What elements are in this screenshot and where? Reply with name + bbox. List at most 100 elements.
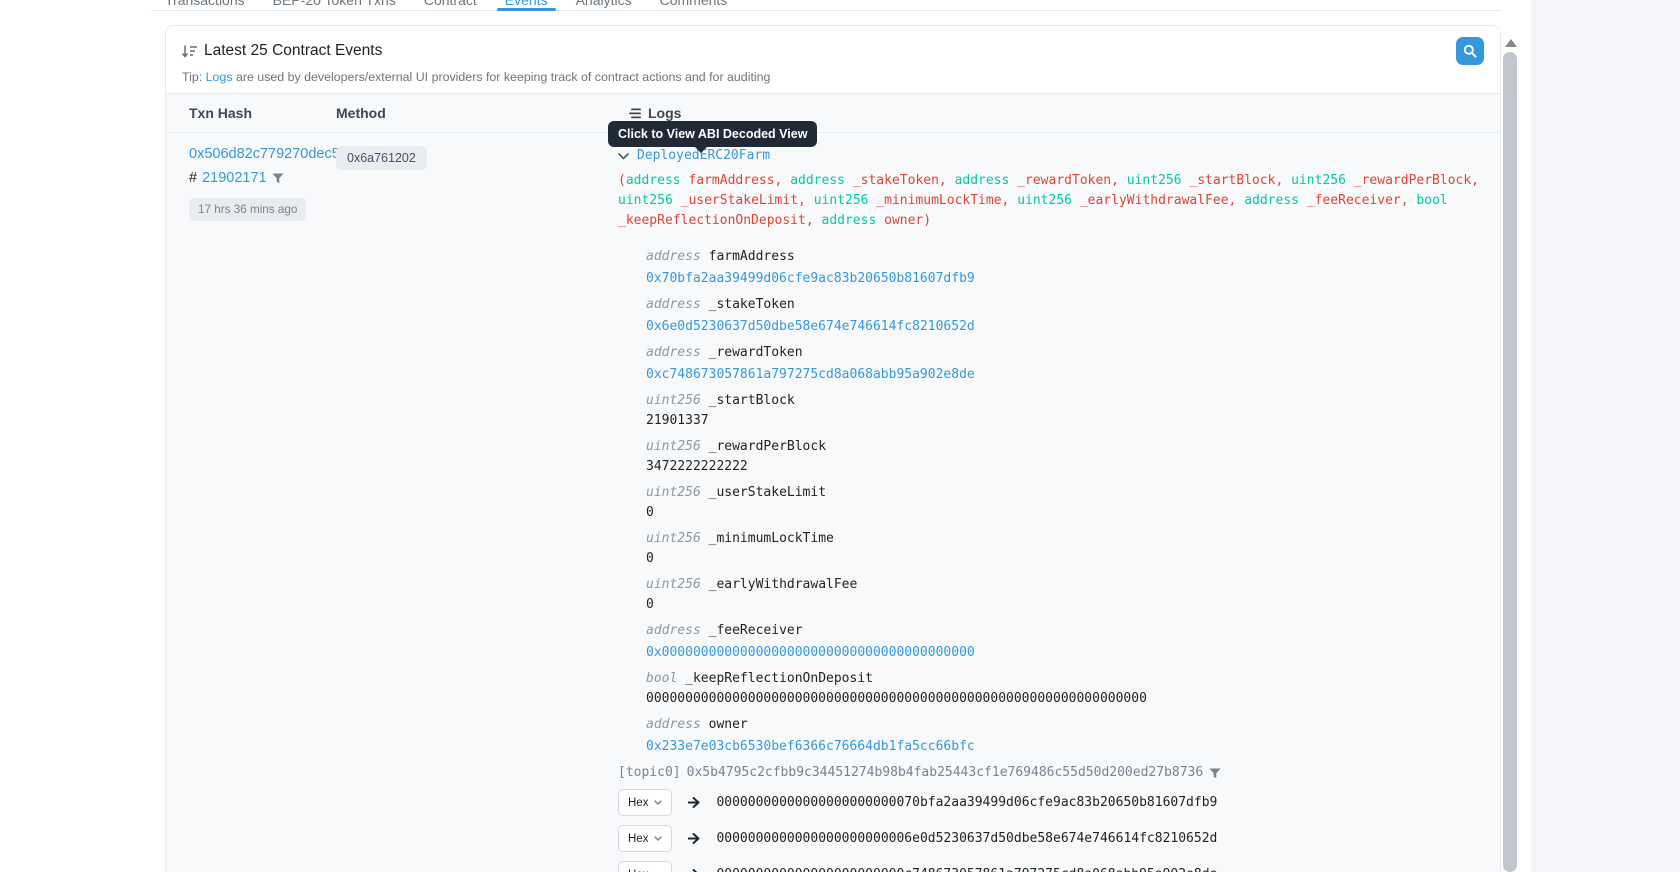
event-param-minimumlocktime: uint256 _minimumLockTime0 (646, 529, 1500, 569)
param-type: address (646, 623, 701, 638)
tab-bep-20-token-txns[interactable]: BEP-20 Token Txns (259, 0, 410, 11)
signature-line: uint256 _userStakeLimit, uint256 _minimu… (618, 191, 1500, 211)
scrollbar-thumb[interactable] (1503, 52, 1517, 872)
tab-analytics[interactable]: Analytics (562, 0, 646, 11)
event-param-owner: address owner0x233e7e03cb6530bef6366c766… (646, 715, 1500, 757)
param-label: address _rewardToken (646, 343, 1500, 363)
caret-down-icon (654, 836, 662, 841)
param-name: _startBlock (701, 393, 795, 408)
event-param-rewardtoken: address _rewardToken0xc748673057861a7972… (646, 343, 1500, 385)
param-value-owner[interactable]: 0x233e7e03cb6530bef6366c76664db1fa5cc66b… (646, 737, 975, 757)
param-value-feereceiver[interactable]: 0x00000000000000000000000000000000000000… (646, 643, 975, 663)
param-label: address owner (646, 715, 1500, 735)
event-param-keepreflectionondeposit: bool _keepReflectionOnDeposit00000000000… (646, 669, 1500, 709)
tooltip: Click to View ABI Decoded View (608, 121, 817, 147)
type-token: uint256 (1291, 173, 1346, 188)
events-card: Latest 25 Contract Events Tip: Logs are … (165, 25, 1501, 872)
event-param-earlywithdrawalfee: uint256 _earlyWithdrawalFee0 (646, 575, 1500, 615)
search-button[interactable] (1456, 37, 1484, 65)
type-token: address (790, 173, 845, 188)
type-token: uint256 (814, 193, 869, 208)
topic0-hash: 0x5b4795c2cfbb9c34451274b98b4fab25443cf1… (687, 763, 1204, 783)
filter-icon[interactable] (272, 173, 284, 184)
chevron-down-icon[interactable] (618, 153, 629, 160)
logs-link[interactable]: Logs (206, 70, 233, 84)
param-label: uint256 _rewardPerBlock (646, 437, 1500, 457)
param-name: farmAddress (701, 249, 795, 264)
hex-format-label: Hex (628, 833, 648, 845)
tooltip-arrow (694, 146, 708, 153)
param-type: address (646, 717, 701, 732)
param-type: bool (646, 671, 677, 686)
event-param-startblock: uint256 _startBlock21901337 (646, 391, 1500, 431)
logs-cell: DeployedERC20Farm (address farmAddress, … (618, 142, 1500, 872)
hex-format-dropdown[interactable]: Hex (618, 861, 672, 872)
event-param-staketoken: address _stakeToken 0x6e0d5230637d50dbe58… (646, 295, 1500, 337)
param-type: uint256 (646, 577, 701, 592)
topic0-label: [topic0] (618, 763, 681, 783)
tab-events[interactable]: Events (491, 0, 562, 11)
type-token: address (626, 173, 681, 188)
type-token: uint256 (618, 193, 673, 208)
param-value-rewardtoken[interactable]: 0xc748673057861a797275cd8a068abb95a902e8… (646, 365, 975, 385)
event-param-feereceiver: address _feeReceiver0x000000000000000000… (646, 621, 1500, 663)
name-token: _stakeToken, (845, 173, 955, 188)
arrow-right-icon (672, 833, 716, 844)
param-type: uint256 (646, 393, 701, 408)
param-label: uint256 _earlyWithdrawalFee (646, 575, 1500, 595)
hex-format-label: Hex (628, 797, 648, 809)
param-type: uint256 (646, 531, 701, 546)
search-icon (1463, 44, 1477, 58)
filter-icon[interactable] (1209, 768, 1221, 779)
param-name: _stakeToken (701, 297, 795, 312)
param-value-farmaddress[interactable]: 0x70bfa2aa39499d06cfe9ac83b20650b81607df… (646, 269, 975, 289)
data-row: Hex 000000000000000000000000c748673057861… (618, 861, 1500, 872)
param-label: address farmAddress (646, 247, 1500, 267)
data-rows: Hex 00000000000000000000000070bfa2aa39499… (618, 789, 1500, 872)
tip-text: Tip: Logs are used by developers/externa… (182, 70, 1484, 84)
column-header-method: Method (336, 105, 618, 121)
data-hex-value: 0000000000000000000000006e0d5230637d50db… (716, 831, 1217, 846)
param-type: address (646, 297, 701, 312)
scrollbar[interactable] (1502, 0, 1531, 872)
type-token: uint256 (1127, 173, 1182, 188)
data-hex-value: 00000000000000000000000070bfa2aa39499d06… (716, 795, 1217, 810)
name-token: farmAddress, (681, 173, 791, 188)
table-row: 0x506d82c779270dec58... # 21902171 17 hr… (166, 133, 1500, 872)
list-icon (629, 108, 642, 119)
param-value-staketoken[interactable]: 0x6e0d5230637d50dbe58e674e746614fc821065… (646, 317, 975, 337)
hex-format-label: Hex (628, 869, 648, 872)
param-name: _feeReceiver (701, 623, 803, 638)
name-token: _rewardPerBlock, (1346, 173, 1479, 188)
txn-hash-link[interactable]: 0x506d82c779270dec58... (189, 144, 336, 164)
param-name: _minimumLockTime (701, 531, 834, 546)
hex-format-dropdown[interactable]: Hex (618, 789, 672, 816)
tab-comments[interactable]: Comments (646, 0, 742, 11)
param-value-userstakelimit: 0 (646, 503, 1500, 523)
name-token: owner) (876, 213, 931, 228)
tab-transactions[interactable]: Transactions (151, 0, 259, 11)
type-token: address (1244, 193, 1299, 208)
name-token: _feeReceiver, (1299, 193, 1416, 208)
block-number-link[interactable]: 21902171 (202, 170, 267, 186)
event-param-farmaddress: address farmAddress0x70bfa2aa39499d06cfe… (646, 247, 1500, 289)
topic0-line: [topic0] 0x5b4795c2cfbb9c34451274b98b4fa… (618, 763, 1500, 783)
param-label: address _feeReceiver (646, 621, 1500, 641)
param-type: uint256 (646, 439, 701, 454)
data-hex-value: 000000000000000000000000c748673057861a79… (716, 867, 1217, 872)
scroll-up-icon[interactable] (1505, 39, 1517, 47)
param-type: address (646, 249, 701, 264)
name-token: _keepReflectionOnDeposit, (618, 213, 822, 228)
hex-format-dropdown[interactable]: Hex (618, 825, 672, 852)
tab-contract[interactable]: Contract (410, 0, 491, 11)
data-row: Hex 00000000000000000000000070bfa2aa39499… (618, 789, 1500, 816)
name-token: _userStakeLimit, (673, 193, 814, 208)
param-type: address (646, 345, 701, 360)
param-name: _rewardPerBlock (701, 439, 826, 454)
method-badge: 0x6a761202 (336, 146, 427, 170)
name-token: _rewardToken, (1009, 173, 1126, 188)
param-label: uint256 _minimumLockTime (646, 529, 1500, 549)
sort-amount-icon (182, 45, 197, 58)
column-header-logs: Logs (618, 105, 1500, 121)
type-token: address (955, 173, 1010, 188)
